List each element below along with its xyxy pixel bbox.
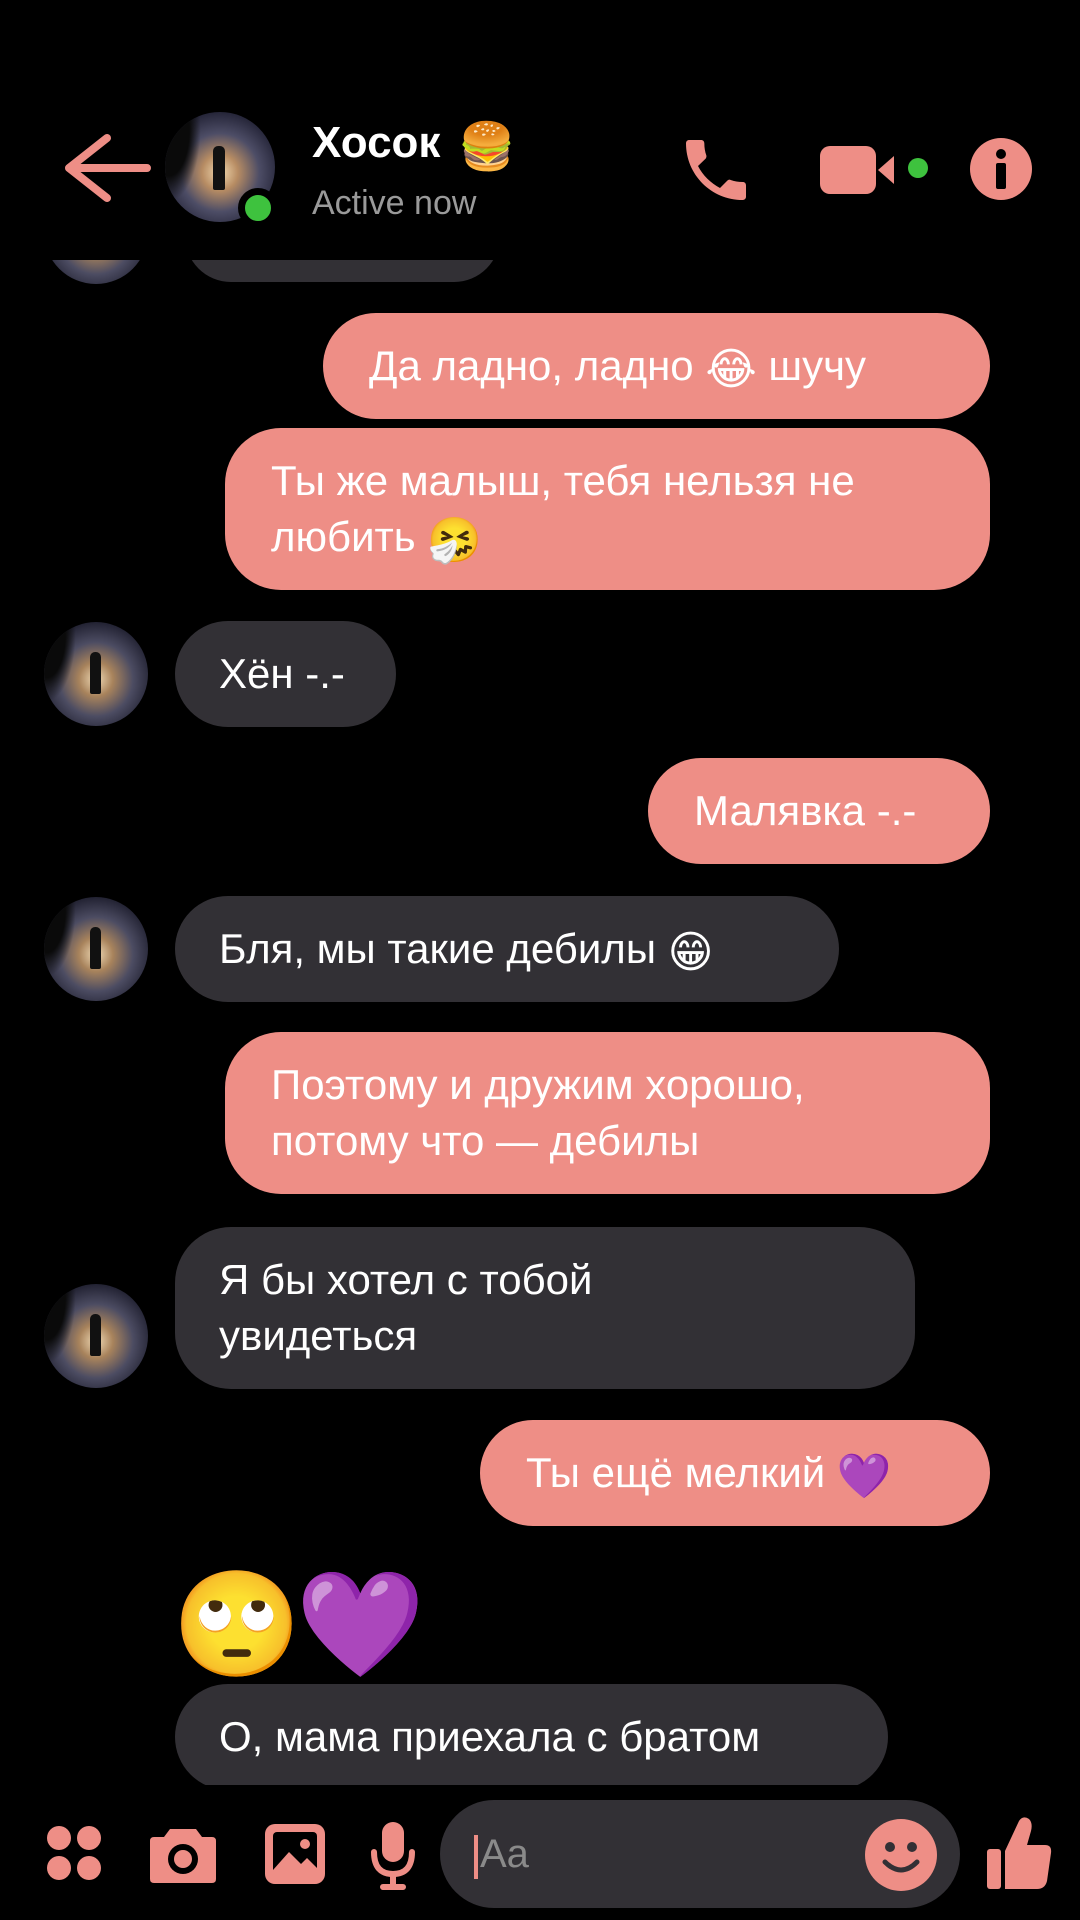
- image-gallery-icon: [265, 1824, 325, 1884]
- phone-icon: [686, 140, 746, 200]
- apps-dots-icon: [47, 1826, 101, 1880]
- info-button[interactable]: [968, 136, 1034, 202]
- microphone-icon: [371, 1822, 415, 1890]
- apps-button[interactable]: [44, 1823, 104, 1883]
- message-text: О, мама приехала с братом: [219, 1713, 761, 1760]
- grinning-emoji: 😁: [667, 928, 714, 977]
- thumbs-up-icon: [987, 1817, 1052, 1889]
- chat-header: Хосок 🍔 Active now: [0, 0, 1080, 260]
- sneezing-emoji: 🤧: [427, 516, 483, 565]
- info-icon: [970, 138, 1032, 200]
- call-button[interactable]: [676, 130, 756, 210]
- video-call-button[interactable]: [818, 140, 938, 200]
- message-text-tail: шучу: [756, 342, 866, 389]
- chat-screen: Хосок 🍔 Active now Да ладно, ладно 😂 шуч: [0, 0, 1080, 1920]
- message-sent[interactable]: Да ладно, ладно 😂 шучу: [323, 313, 990, 419]
- voice-button[interactable]: [370, 1820, 416, 1892]
- message-sent[interactable]: Ты же малыш, тебя нельзя не любить 🤧: [225, 428, 990, 590]
- video-camera-icon: [820, 146, 928, 194]
- laughing-emoji: 😂: [705, 345, 757, 394]
- message-line: Поэтому и дружим хорошо,: [271, 1061, 805, 1108]
- emoji-message[interactable]: 🙄💜: [172, 1570, 425, 1680]
- message-text: Ты ещё мелкий: [526, 1449, 837, 1496]
- message-line: увидеться: [219, 1312, 418, 1359]
- arrow-left-icon: [65, 134, 151, 202]
- message-line: любить: [271, 513, 428, 560]
- message-text: Да ладно, ладно: [369, 342, 706, 389]
- message-received[interactable]: Хён -.-: [175, 621, 396, 727]
- smiley-icon: [865, 1819, 937, 1891]
- back-button[interactable]: [55, 128, 155, 208]
- message-text: Хён -.-: [219, 650, 345, 697]
- like-button[interactable]: [985, 1813, 1053, 1891]
- text-caret: [474, 1835, 478, 1879]
- message-line: Ты же малыш, тебя нельзя не: [271, 457, 855, 504]
- message-text: Малявка -.-: [694, 787, 917, 834]
- message-line: потому что — дебилы: [271, 1117, 700, 1164]
- avatar: [44, 897, 148, 1001]
- active-status: Active now: [312, 184, 477, 222]
- message-line: Я бы хотел с тобой: [219, 1256, 593, 1303]
- contact-name[interactable]: Хосок: [312, 118, 440, 168]
- emoji-button[interactable]: [864, 1818, 938, 1892]
- message-received[interactable]: О, мама приехала с братом: [175, 1684, 888, 1790]
- message-input-placeholder: Aa: [480, 1832, 529, 1876]
- avatar: [44, 622, 148, 726]
- message-text: Бля, мы такие дебилы: [219, 925, 668, 972]
- message-received[interactable]: Я бы хотел с тобой увидеться: [175, 1227, 915, 1389]
- gallery-button[interactable]: [263, 1822, 327, 1886]
- avatar: [44, 1284, 148, 1388]
- camera-icon: [150, 1829, 216, 1883]
- burger-emoji: 🍔: [458, 120, 516, 172]
- camera-button[interactable]: [148, 1823, 218, 1885]
- purple-heart-emoji: 💜: [836, 1452, 892, 1501]
- online-indicator: [238, 188, 278, 228]
- message-sent[interactable]: Малявка -.-: [648, 758, 990, 864]
- message-received[interactable]: Бля, мы такие дебилы 😁: [175, 896, 839, 1002]
- message-sent[interactable]: Поэтому и дружим хорошо, потому что — де…: [225, 1032, 990, 1194]
- message-sent[interactable]: Ты ещё мелкий 💜: [480, 1420, 990, 1526]
